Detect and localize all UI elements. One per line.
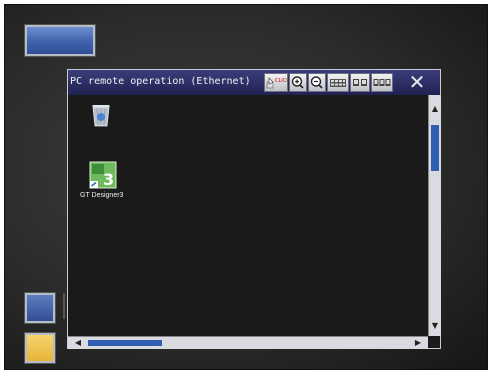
- gt-designer3-label: GT Designer3: [80, 192, 124, 199]
- scrollbar-corner: [428, 336, 440, 348]
- vertical-scroll-thumb[interactable]: [431, 125, 439, 171]
- zoom-out-button[interactable]: [308, 73, 326, 92]
- zoom-in-button[interactable]: [289, 73, 307, 92]
- blue-side-button[interactable]: [25, 293, 55, 323]
- scroll-down-icon[interactable]: ▼: [429, 321, 441, 331]
- gt-designer3-icon[interactable]: 3: [88, 160, 118, 190]
- hmi-screen: PC remote operation (Ethernet) CLICK: [4, 4, 488, 370]
- vertical-scrollbar[interactable]: ▲ ▼: [428, 95, 441, 336]
- remote-operation-window: PC remote operation (Ethernet) CLICK: [67, 69, 441, 349]
- keyboard-button[interactable]: [327, 73, 349, 92]
- horizontal-scroll-thumb[interactable]: [88, 340, 162, 346]
- window-title: PC remote operation (Ethernet): [70, 76, 251, 87]
- zoom-out-icon: [310, 76, 323, 89]
- recycle-bin-icon[interactable]: [88, 101, 114, 129]
- scroll-up-icon[interactable]: ▲: [429, 104, 441, 114]
- keyboard-icon: [330, 79, 346, 87]
- remote-desktop-area[interactable]: 3 GT Designer3: [68, 95, 428, 336]
- screen-switch-button[interactable]: [350, 73, 370, 92]
- zoom-in-icon: [291, 76, 304, 89]
- horizontal-scrollbar[interactable]: ◀ ▶: [68, 336, 428, 349]
- scroll-left-icon[interactable]: ◀: [72, 338, 84, 348]
- svg-text:CLICK: CLICK: [275, 78, 287, 84]
- ctrl-alt-del-button[interactable]: [371, 73, 393, 92]
- divider: [63, 293, 65, 319]
- svg-text:3: 3: [103, 170, 114, 189]
- pointer-icon: CLICK: [266, 77, 290, 89]
- ctrl-alt-del-icon: [373, 79, 391, 86]
- window-titlebar[interactable]: PC remote operation (Ethernet) CLICK: [68, 70, 440, 95]
- click-cursor-button[interactable]: CLICK: [264, 73, 290, 92]
- close-icon[interactable]: ✕: [398, 71, 436, 94]
- yellow-side-button[interactable]: [25, 333, 55, 363]
- scroll-right-icon[interactable]: ▶: [412, 338, 424, 348]
- top-menu-button[interactable]: [25, 25, 95, 56]
- screen-switch-icon: [353, 79, 367, 86]
